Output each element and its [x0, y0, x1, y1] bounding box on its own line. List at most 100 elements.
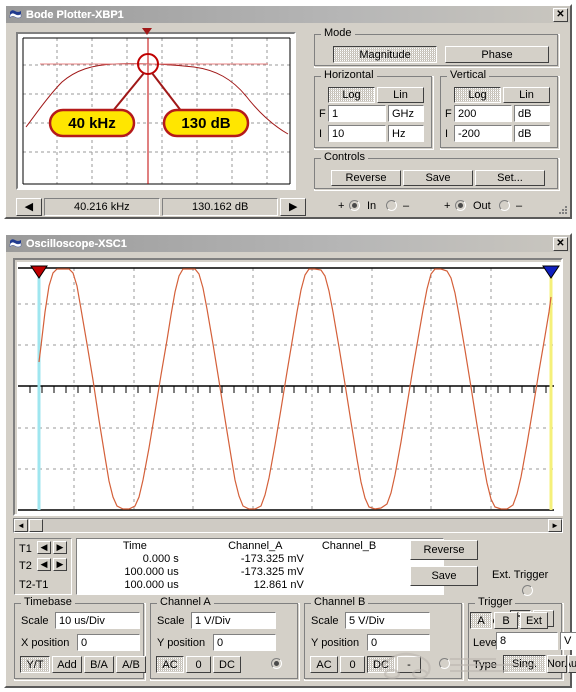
scope-cursor-panel: T1 ◀ ▶ T2 ◀ ▶ T2-T1 Time Channel_A Chann… [14, 538, 444, 595]
bode-cursor-handle[interactable] [141, 28, 153, 36]
bode-horizontal-log-button[interactable]: Log [328, 87, 375, 103]
channel-a-coupling-ac-button[interactable]: AC [156, 656, 184, 673]
cursor-row2-a: 12.861 nV [253, 578, 304, 591]
t1-right-button[interactable]: ▶ [53, 541, 67, 554]
t2-left-button[interactable]: ◀ [37, 558, 51, 571]
channel-a-coupling-dc-button[interactable]: DC [213, 656, 241, 673]
bode-save-button[interactable]: Save [403, 170, 473, 186]
trigger-type-nor-button[interactable]: Nor. [547, 655, 567, 673]
trigger-edge-ext-button[interactable]: Ext [520, 612, 548, 629]
scope-titlebar[interactable]: Oscilloscope-XSC1 ✕ [6, 235, 570, 252]
t1-label: T1 [19, 543, 32, 555]
scope-scroll-left-button[interactable]: ◄ [14, 519, 28, 532]
scope-screen[interactable] [17, 262, 563, 516]
channel-b-coupling-dc-button[interactable]: DC [367, 656, 395, 673]
timebase-scale-value[interactable]: 10 us/Div [55, 612, 140, 629]
channel-a-terminal[interactable] [271, 658, 282, 669]
timebase-mode-yt-button[interactable]: Y/T [20, 656, 50, 673]
bode-close-button[interactable]: ✕ [553, 7, 568, 22]
channel-b-yposition-value[interactable]: 0 [367, 634, 430, 651]
scope-horizontal-scrollbar[interactable]: ◄ ► [13, 518, 563, 533]
channel-a-yposition-value[interactable]: 0 [213, 634, 276, 651]
scope-close-button[interactable]: ✕ [553, 236, 568, 251]
bode-vertical-i-label: I [445, 128, 449, 140]
bode-vertical-legend: Vertical [447, 70, 490, 81]
scope-scroll-right-button[interactable]: ► [548, 519, 562, 532]
scope-save-button[interactable]: Save [410, 566, 478, 586]
scope-ext-trigger-terminal[interactable] [522, 585, 533, 596]
bode-titlebar[interactable]: Bode Plotter-XBP1 ✕ [6, 6, 570, 23]
bode-readout-bar: ◀ 40.216 kHz 130.162 dB ▶ [16, 198, 306, 216]
bode-horizontal-lin-button[interactable]: Lin [377, 87, 424, 103]
channel-a-coupling-gnd-button[interactable]: 0 [186, 656, 211, 673]
scope-display-area[interactable] [13, 258, 563, 516]
trigger-type-label: Type [473, 659, 497, 671]
channel-a-scale-label: Scale [157, 615, 185, 627]
scope-channel-b-group: Channel B Scale 5 V/Div Y position 0 AC … [304, 597, 464, 681]
timebase-legend: Timebase [21, 597, 75, 608]
t2-right-button[interactable]: ▶ [53, 558, 67, 571]
bode-cursor-left-button[interactable]: ◀ [16, 198, 42, 216]
bode-resize-grip[interactable] [558, 205, 568, 215]
bode-set-button[interactable]: Set... [475, 170, 545, 186]
timebase-mode-add-button[interactable]: Add [52, 656, 82, 673]
trigger-edge-b-button[interactable]: B [494, 612, 518, 629]
channel-b-scale-value[interactable]: 5 V/Div [345, 612, 430, 629]
bode-in-label: In [367, 200, 377, 212]
bode-horizontal-f-unit[interactable]: GHz [388, 105, 424, 122]
t1-left-button[interactable]: ◀ [37, 541, 51, 554]
cursor-header-channel-a: Channel_A [228, 539, 283, 552]
trigger-edge-a-button[interactable]: A [470, 612, 492, 629]
bode-out-minus-radio[interactable] [499, 200, 510, 211]
channel-b-coupling-gnd-button[interactable]: 0 [340, 656, 365, 673]
channel-b-coupling-ac-button[interactable]: AC [310, 656, 338, 673]
bode-title-text: Bode Plotter-XBP1 [26, 8, 124, 21]
table-row: 100.000 us -173.325 mV [77, 565, 443, 578]
scope-reverse-button[interactable]: Reverse [410, 540, 478, 560]
bode-cursor-right-button[interactable]: ▶ [280, 198, 306, 216]
channel-b-terminal[interactable] [439, 658, 450, 669]
bode-plot-svg: 40 kHz 130 dB [18, 34, 294, 188]
bode-horizontal-group: Horizontal Log Lin F 1 GHz I 10 Hz [314, 70, 434, 150]
bode-in-plus-radio[interactable] [349, 200, 360, 211]
bode-horizontal-i-value[interactable]: 10 [328, 125, 386, 142]
channel-a-scale-value[interactable]: 1 V/Div [191, 612, 276, 629]
scope-ext-trigger-label: Ext. Trigger [492, 569, 549, 581]
scope-scroll-thumb[interactable] [29, 519, 43, 532]
bode-mode-phase-button[interactable]: Phase [445, 46, 549, 63]
bode-in-minus-label: – [403, 200, 410, 212]
bode-reverse-button[interactable]: Reverse [331, 170, 401, 186]
timebase-mode-ab-button[interactable]: A/B [116, 656, 146, 673]
bode-vertical-log-button[interactable]: Log [454, 87, 501, 103]
bode-terminals-row: + In – + Out – [316, 198, 566, 214]
trigger-level-value[interactable]: 8 [496, 632, 558, 650]
bode-vertical-f-value[interactable]: 200 [454, 105, 512, 122]
bode-vertical-i-unit[interactable]: dB [514, 125, 550, 142]
trigger-level-unit[interactable]: V [560, 632, 576, 650]
bode-in-minus-radio[interactable] [386, 200, 397, 211]
bode-out-plus-radio[interactable] [455, 200, 466, 211]
t2-minus-t1-label: T2-T1 [19, 579, 49, 591]
scope-channel-a-group: Channel A Scale 1 V/Div Y position 0 AC … [150, 597, 300, 681]
trigger-type-sing-button[interactable]: Sing. [503, 655, 546, 673]
bode-plot-area[interactable]: 40 kHz 130 dB [16, 32, 296, 190]
bode-mode-magnitude-button[interactable]: Magnitude [333, 46, 437, 63]
bode-frequency-readout: 40.216 kHz [43, 198, 160, 216]
bode-horizontal-i-unit[interactable]: Hz [388, 125, 424, 142]
bode-vertical-f-label: F [445, 108, 452, 120]
bode-mode-group: Mode Magnitude Phase [314, 28, 560, 68]
bode-controls-legend: Controls [321, 152, 368, 163]
trigger-type-auto-button[interactable]: Auto [568, 655, 576, 673]
bode-vertical-lin-button[interactable]: Lin [503, 87, 550, 103]
table-row: 100.000 us 12.861 nV [77, 578, 443, 591]
scope-waveform-svg [17, 262, 563, 516]
bode-horizontal-f-value[interactable]: 1 [328, 105, 386, 122]
channel-b-invert-button[interactable]: - [397, 656, 421, 673]
timebase-xposition-value[interactable]: 0 [77, 634, 140, 651]
svg-text:40 kHz: 40 kHz [68, 115, 116, 132]
timebase-mode-ba-button[interactable]: B/A [84, 656, 114, 673]
bode-annotation-magnitude: 130 dB [162, 108, 250, 138]
bode-vertical-i-value[interactable]: -200 [454, 125, 512, 142]
cursor-row1-a: -173.325 mV [240, 565, 304, 578]
bode-vertical-f-unit[interactable]: dB [514, 105, 550, 122]
